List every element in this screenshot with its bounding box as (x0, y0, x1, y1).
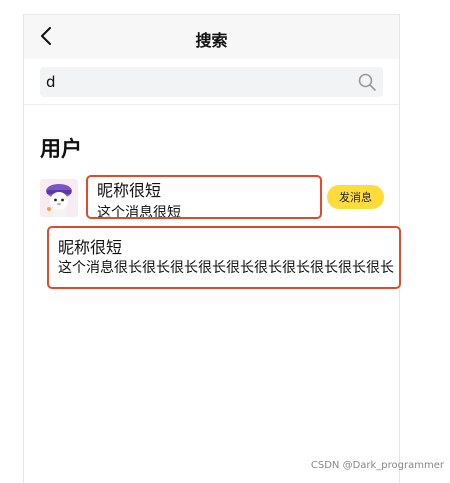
watermark: CSDN @Dark_programmer (310, 460, 444, 471)
user-message: 这个消息很短 (97, 205, 181, 221)
avatar[interactable] (40, 179, 78, 217)
search-icon[interactable] (357, 72, 377, 92)
phone-screen: 搜索 用户 (23, 14, 401, 483)
send-message-button[interactable]: 发消息 (327, 185, 384, 209)
page-title: 搜索 (195, 31, 228, 50)
long-item-message: 这个消息很长很长很长很长很长很长很长很长很长很长 (58, 260, 394, 276)
search-bar (24, 59, 399, 105)
search-input[interactable] (46, 67, 346, 97)
long-item-nickname: 昵称很短 (58, 238, 123, 257)
avatar-icon (40, 179, 78, 217)
screenshot-canvas: 搜索 用户 (0, 0, 450, 483)
search-box (40, 67, 383, 97)
long-item-message-clip: 这个消息很长很长很长很长很长很长很长很长很长很长 (58, 258, 401, 278)
user-nickname: 昵称很短 (97, 181, 162, 200)
section-title-users: 用户 (40, 137, 82, 161)
navbar: 搜索 (24, 15, 399, 59)
